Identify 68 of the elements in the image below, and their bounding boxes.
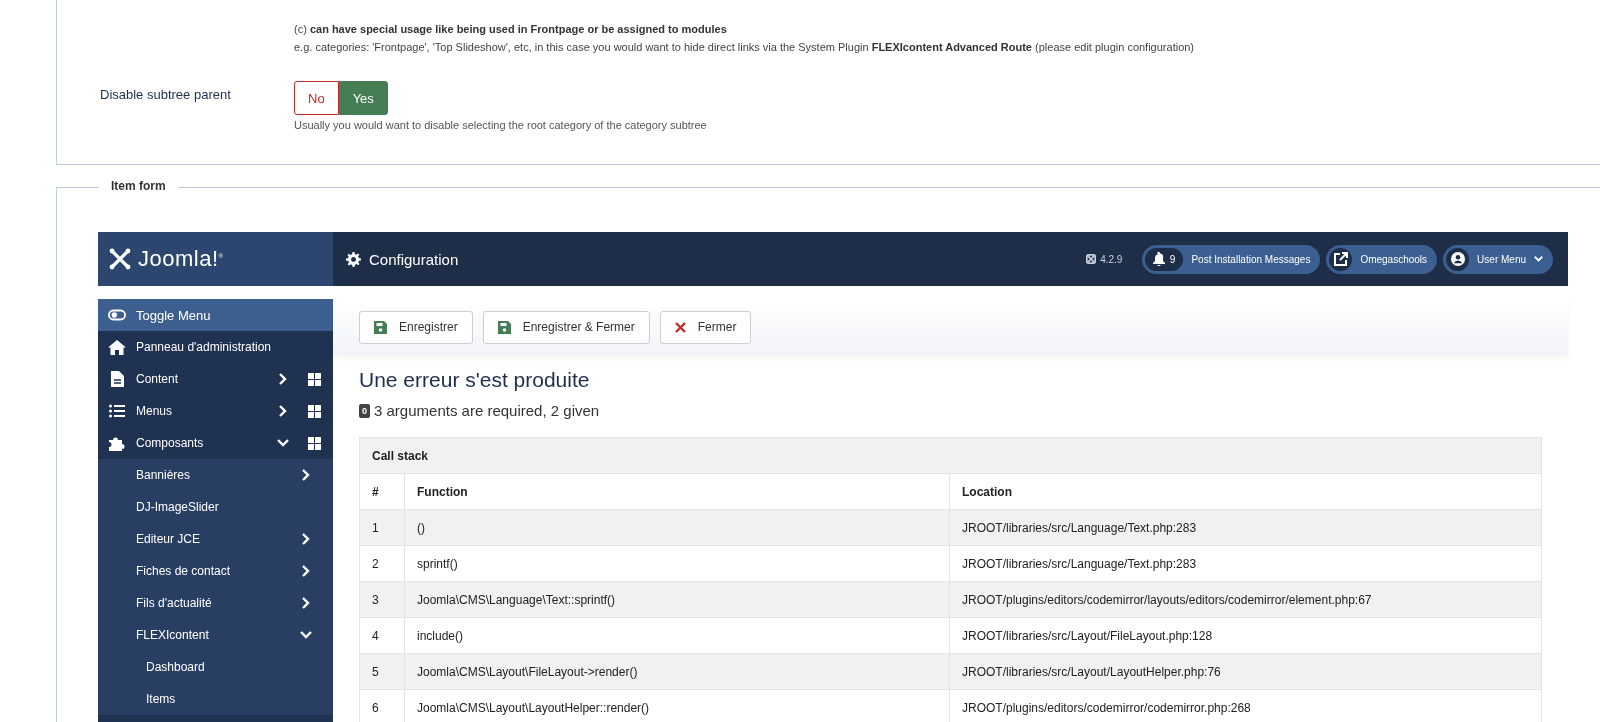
sidebar-item[interactable]: Content (98, 363, 333, 395)
error-code-badge: 0 (359, 403, 370, 418)
sidebar-item[interactable]: Editeur JCE (98, 523, 333, 555)
save-icon (497, 320, 511, 334)
gear-icon (346, 251, 361, 267)
table-cell: 5 (359, 653, 405, 690)
chevron-icon (1534, 254, 1543, 264)
close-button[interactable]: Fermer (659, 310, 752, 344)
table-cell: () (404, 509, 950, 546)
joomla-logo-icon (108, 247, 132, 271)
fieldset-legend: Item form (99, 179, 178, 193)
page-title: Configuration (369, 250, 459, 268)
toggle-option[interactable]: No (294, 81, 339, 115)
field-hint: Usually you would want to disable selecting the root category of the category subtree (294, 119, 708, 131)
notifications-button[interactable]: 9 Post Installation Messages (1142, 244, 1321, 274)
save-icon (374, 320, 387, 334)
column-header: Location (949, 473, 1542, 510)
table-cell: include() (404, 617, 950, 654)
table-cell: sprintf() (404, 545, 950, 582)
toggle-option[interactable]: Yes (338, 81, 388, 115)
table-cell: 4 (359, 617, 405, 654)
logo-text: Joomla!$^{®}$ (138, 246, 224, 272)
sidebar-item[interactable]: Fiches de contact (98, 555, 333, 587)
sidebar-item[interactable]: Bannières (98, 459, 333, 491)
sidebar-item[interactable]: Composants (98, 427, 333, 459)
table-cell: Joomla\CMS\Language\Text::sprintf() (404, 581, 950, 618)
save-button[interactable]: Enregistrer & Fermer (482, 310, 650, 344)
note-text: e.g. categories: 'Frontpage', 'Top Slideshow', etc, in this case you would want to hide direct links via the System Plugin FLEXIcontent Advanced Route (please edit plugin configuration) (294, 40, 1196, 55)
table-cell: JROOT/libraries/src/Language/Text.php:283 (949, 509, 1542, 546)
close-icon (674, 321, 686, 333)
save-button[interactable]: Enregistrer (359, 310, 473, 344)
sidebar-item[interactable]: FLEXIcontent (98, 619, 333, 651)
sidebar-item[interactable]: Toggle Menu (98, 299, 333, 331)
sidebar-item[interactable]: Panneau d'administration (98, 331, 333, 363)
home-icon (108, 339, 126, 355)
external-link-icon (1333, 252, 1348, 266)
site-button[interactable]: Omegaschools (1326, 244, 1438, 274)
column-header: Function (404, 473, 950, 510)
sidebar-item[interactable]: Fils d'actualité (98, 587, 333, 619)
version-text: 4.2.9 (1100, 253, 1123, 265)
puzzle-piece-icon (108, 435, 126, 451)
sidebar-item[interactable]: Dashboard (98, 651, 333, 683)
bell-icon (1152, 252, 1165, 266)
user-menu-button[interactable]: User Menu (1443, 244, 1553, 274)
error-message: 3 arguments are required, 2 given (374, 402, 600, 419)
note-text: (c) can have special usage like being used in Frontpage or be assigned to modules (294, 22, 728, 37)
document-icon (108, 371, 126, 387)
table-cell: JROOT/libraries/src/Layout/LayoutHelper.php:76 (949, 653, 1542, 690)
table-cell: 6 (359, 689, 405, 722)
table-cell: JROOT/plugins/editors/codemirror/layouts/editors/codemirror/element.php:67 (949, 581, 1542, 618)
table-caption: Call stack (359, 437, 1542, 474)
table-cell: 3 (359, 581, 405, 618)
toggle-icon (108, 309, 126, 321)
table-cell: JROOT/libraries/src/Language/Text.php:283 (949, 545, 1542, 582)
column-header: # (359, 473, 405, 510)
joomla-icon (1086, 254, 1097, 264)
error-title: Une erreur s'est produite (359, 368, 591, 392)
list-icon (108, 404, 126, 418)
table-cell: 2 (359, 545, 405, 582)
sidebar-item[interactable]: Items (98, 683, 333, 715)
user-icon (1450, 252, 1465, 266)
field-label: Disable subtree parent (100, 86, 232, 102)
count-text: 9 (1169, 253, 1176, 265)
sidebar-item[interactable]: DJ-ImageSlider (98, 491, 333, 523)
table-cell: Joomla\CMS\Layout\FileLayout->render() (404, 653, 950, 690)
table-cell: JROOT/libraries/src/Layout/FileLayout.php:128 (949, 617, 1542, 654)
sidebar-item[interactable]: Menus (98, 395, 333, 427)
table-cell: 1 (359, 509, 405, 546)
